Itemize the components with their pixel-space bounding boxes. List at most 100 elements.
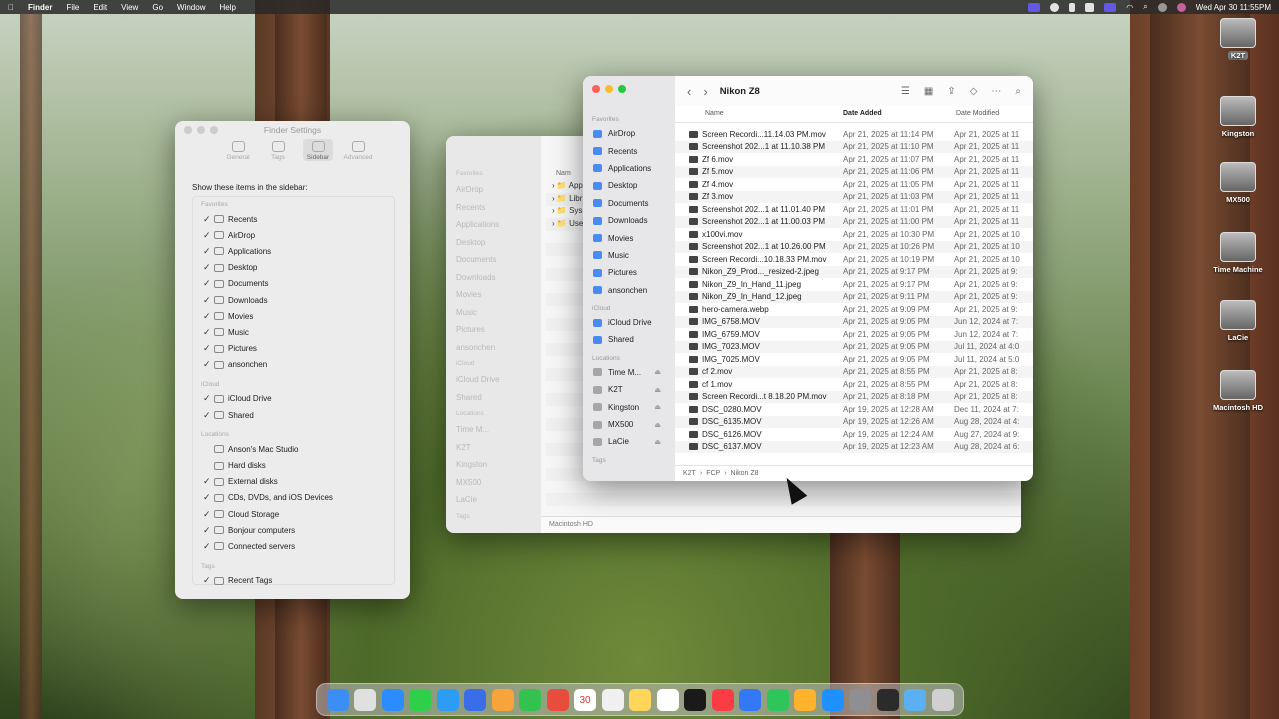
sidebar-item[interactable]: MX500 bbox=[446, 474, 541, 492]
control-center-icon[interactable] bbox=[1104, 2, 1117, 12]
checkbox[interactable]: ✓ bbox=[203, 476, 212, 487]
search-icon[interactable]: ⌕ bbox=[1015, 86, 1021, 97]
menu-clock[interactable]: Wed Apr 30 11:55PM bbox=[1196, 3, 1271, 12]
sidebar-item[interactable]: Music bbox=[446, 304, 541, 322]
file-row[interactable]: Nikon_Z9_In_Hand_11.jpeg Apr 21, 2025 at … bbox=[675, 278, 1033, 291]
tab-advanced[interactable]: Advanced bbox=[343, 139, 373, 161]
sidebar-item[interactable]: Time M... bbox=[446, 421, 541, 439]
dock-app-icon[interactable] bbox=[354, 688, 376, 711]
input-source-icon[interactable] bbox=[1085, 2, 1095, 12]
sidebar-option[interactable]: ✓ CDs, DVDs, and iOS Devices bbox=[193, 490, 394, 506]
sidebar-item[interactable]: Recents bbox=[446, 199, 541, 217]
dock-app-icon[interactable] bbox=[326, 688, 349, 711]
more-actions-icon[interactable]: ⋯ bbox=[991, 86, 1001, 97]
sidebar-item[interactable]: Pictures bbox=[583, 264, 675, 281]
calendar-icon[interactable]: 30 bbox=[574, 688, 596, 711]
dock-app-icon[interactable] bbox=[381, 688, 404, 711]
dock-app-icon[interactable] bbox=[849, 688, 871, 711]
file-row[interactable]: Screen Recordi...10.18.33 PM.mov Apr 21, … bbox=[675, 253, 1033, 266]
close-button[interactable] bbox=[592, 85, 600, 93]
sidebar-item[interactable]: Movies bbox=[583, 229, 675, 246]
dock-app-icon[interactable] bbox=[711, 688, 734, 711]
screen-share-icon[interactable] bbox=[1028, 2, 1041, 12]
menu-view[interactable]: View bbox=[121, 3, 138, 12]
desktop-icon[interactable]: MX500 bbox=[1206, 162, 1270, 204]
sidebar-option[interactable]: ✓ Bonjour computers bbox=[193, 522, 394, 538]
menu-file[interactable]: File bbox=[66, 3, 79, 12]
file-row[interactable]: Zf 4.mov Apr 21, 2025 at 11:05 PM Apr 21, … bbox=[675, 178, 1033, 191]
sidebar-item[interactable]: AirDrop bbox=[583, 125, 675, 142]
checkbox[interactable]: ✓ bbox=[203, 230, 212, 241]
user-icon[interactable] bbox=[1157, 2, 1167, 12]
back-button[interactable]: ‹ bbox=[687, 84, 691, 99]
group-icon[interactable]: ▦ bbox=[924, 86, 933, 97]
eject-icon[interactable]: ⏏ bbox=[654, 421, 661, 429]
sidebar-option[interactable]: ✓ iCloud Drive bbox=[193, 391, 394, 407]
file-row[interactable]: DSC_6126.MOV Apr 19, 2025 at 12:24 AM Aug … bbox=[675, 428, 1033, 441]
sidebar-option[interactable]: ✓ Documents bbox=[193, 276, 394, 292]
checkbox[interactable]: ✓ bbox=[203, 311, 212, 322]
sidebar-item[interactable]: Downloads bbox=[446, 269, 541, 287]
sidebar-option[interactable]: ✓ Pictures bbox=[193, 341, 394, 357]
menu-help[interactable]: Help bbox=[219, 3, 235, 12]
checkbox[interactable]: ✓ bbox=[203, 262, 212, 273]
sidebar-item[interactable]: K2T bbox=[446, 439, 541, 457]
path-segment[interactable]: FCP bbox=[706, 470, 720, 477]
sidebar-item[interactable]: Desktop bbox=[583, 177, 675, 194]
dock-app-icon[interactable] bbox=[876, 688, 899, 711]
sidebar-option[interactable]: ✓ Connected servers bbox=[193, 538, 394, 554]
checkbox[interactable]: ✓ bbox=[203, 575, 212, 586]
sidebar-item[interactable]: Shared bbox=[446, 389, 541, 407]
sidebar-option[interactable]: ✓ Downloads bbox=[193, 292, 394, 308]
dock-app-icon[interactable] bbox=[629, 688, 651, 711]
sidebar-item[interactable]: Time M... ⏏ bbox=[583, 364, 675, 381]
file-row[interactable]: Nikon_Z9_In_Hand_12.jpeg Apr 21, 2025 at … bbox=[675, 290, 1033, 303]
desktop-icon[interactable]: K2T bbox=[1206, 18, 1270, 60]
file-row[interactable]: Nikon_Z9_Prod..._resized-2.jpeg Apr 21, 2… bbox=[675, 265, 1033, 278]
path-segment[interactable]: Nikon Z8 bbox=[731, 470, 759, 477]
sidebar-item[interactable]: Documents bbox=[583, 195, 675, 212]
share-icon[interactable]: ⇪ bbox=[947, 86, 955, 97]
sidebar-item[interactable]: Pictures bbox=[446, 321, 541, 339]
checkbox[interactable]: ✓ bbox=[203, 509, 212, 520]
dock-app-icon[interactable] bbox=[821, 688, 844, 711]
file-row[interactable]: DSC_6135.MOV Apr 19, 2025 at 12:26 AM Aug … bbox=[675, 415, 1033, 428]
path-segment[interactable]: K2T bbox=[683, 470, 696, 477]
file-row[interactable]: Screenshot 202...1 at 11.10.38 PM Apr 21,… bbox=[675, 140, 1033, 153]
sidebar-option[interactable]: ✓ Desktop bbox=[193, 260, 394, 276]
sidebar-item[interactable]: Shared bbox=[583, 331, 675, 348]
checkbox[interactable]: ✓ bbox=[203, 295, 212, 306]
dock-app-icon[interactable] bbox=[739, 688, 761, 711]
desktop-icon[interactable]: Kingston bbox=[1206, 96, 1270, 138]
column-date-added[interactable]: Date Added bbox=[837, 110, 950, 122]
checkbox[interactable]: ✓ bbox=[203, 541, 212, 552]
desktop-icon[interactable]: Time Machine bbox=[1206, 232, 1270, 274]
file-row[interactable]: Zf 3.mov Apr 21, 2025 at 11:03 PM Apr 21, … bbox=[675, 190, 1033, 203]
sidebar-item[interactable]: Applications bbox=[446, 216, 541, 234]
dock-app-icon[interactable] bbox=[904, 688, 926, 711]
sidebar-option[interactable]: Hard disks bbox=[193, 457, 394, 473]
siri-icon[interactable] bbox=[1176, 2, 1186, 12]
folder-name[interactable]: App bbox=[569, 181, 583, 190]
file-row[interactable]: IMG_7023.MOV Apr 21, 2025 at 9:05 PM Jul 1… bbox=[675, 340, 1033, 353]
dock-app-icon[interactable] bbox=[766, 688, 789, 711]
dock-app-icon[interactable] bbox=[436, 688, 459, 711]
minimize-button[interactable] bbox=[605, 85, 613, 93]
file-row[interactable]: cf 2.mov Apr 21, 2025 at 8:55 PM Apr 21, 2… bbox=[675, 365, 1033, 378]
dock-app-icon[interactable] bbox=[656, 688, 679, 711]
sidebar-option[interactable]: ✓ Shared bbox=[193, 407, 394, 423]
menu-window[interactable]: Window bbox=[177, 3, 205, 12]
sidebar-option[interactable]: ✓ Recents bbox=[193, 211, 394, 227]
file-row[interactable]: Screenshot 202...1 at 11.00.03 PM Apr 21,… bbox=[675, 215, 1033, 228]
checkbox[interactable]: ✓ bbox=[203, 492, 212, 503]
sidebar-option[interactable]: Anson's Mac Studio bbox=[193, 441, 394, 457]
folder-name[interactable]: Libr bbox=[569, 194, 582, 203]
desktop-icon[interactable]: Macintosh HD bbox=[1206, 370, 1270, 412]
sidebar-item[interactable]: LaCie ⏏ bbox=[583, 433, 675, 450]
dock-app-icon[interactable] bbox=[546, 688, 569, 711]
checkbox[interactable]: ✓ bbox=[203, 278, 212, 289]
sidebar-item[interactable]: iCloud Drive bbox=[583, 314, 675, 331]
sidebar-option[interactable]: ✓ Music bbox=[193, 324, 394, 340]
eject-icon[interactable]: ⏏ bbox=[654, 368, 661, 376]
folder-name[interactable]: Sys bbox=[569, 206, 582, 215]
